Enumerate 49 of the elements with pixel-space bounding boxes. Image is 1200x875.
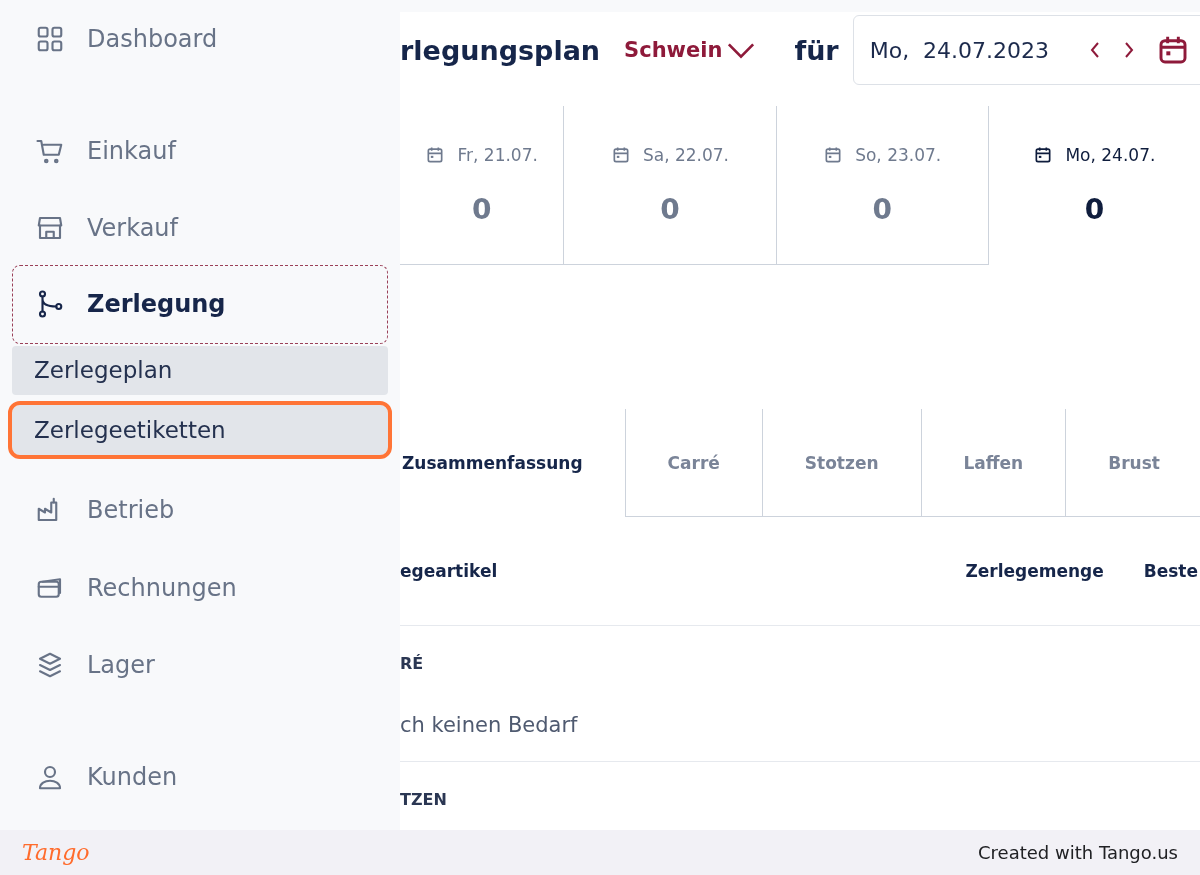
tab[interactable]: Stotzen (761, 409, 921, 517)
logo: Tango (22, 840, 90, 865)
nav-item[interactable]: Rechnungen (12, 562, 388, 613)
nav-item[interactable]: Lager (12, 640, 388, 691)
day-card[interactable]: So, 23.07. 0 (776, 106, 989, 265)
day-count: 0 (872, 192, 892, 226)
nav-label: Zerlegung (87, 290, 226, 319)
day-card[interactable]: Mo, 24.07. 0 (988, 106, 1200, 264)
day-label: Fr, 21.07. (457, 144, 538, 165)
group-title: TZEN (400, 790, 448, 809)
tab[interactable]: Carré (624, 409, 762, 517)
nav-label: Lager (87, 651, 155, 680)
animal-dropdown[interactable]: Schwein (624, 38, 757, 62)
tab[interactable]: Laffen (920, 409, 1066, 517)
day-count: 0 (1084, 192, 1105, 226)
date-field[interactable]: Mo, 24.07.2023 (852, 15, 1200, 85)
nav-item[interactable]: Dashboard (12, 14, 388, 64)
day-card[interactable]: Fr, 21.07. 0 (400, 106, 565, 265)
nav-item[interactable]: Verkauf (12, 203, 388, 254)
day-label: Sa, 22.07. (642, 144, 730, 165)
nav-label: Kunden (87, 763, 178, 792)
day-count: 0 (471, 192, 492, 226)
day-label: So, 23.07. (855, 144, 942, 165)
nav-item[interactable]: Zerlegung (12, 265, 388, 344)
day-label: Mo, 24.07. (1065, 144, 1156, 165)
chevron-right-icon[interactable] (1123, 40, 1136, 60)
credit-text: Created with Tango.us (978, 842, 1178, 863)
nav-item[interactable]: Betrieb (12, 484, 388, 535)
tab[interactable]: Brust (1065, 409, 1200, 517)
column-header: egeartikel (400, 561, 499, 581)
nav-item[interactable]: Kunden (12, 752, 388, 802)
column-header: Zerlegemenge (965, 561, 1104, 581)
nav-label: Einkauf (87, 136, 176, 165)
empty-note: ch keinen Bedarf (400, 713, 579, 737)
chevron-down-icon (726, 41, 757, 59)
tab[interactable]: Zusammenfassung (400, 409, 625, 517)
chevron-left-icon[interactable] (1089, 40, 1102, 60)
nav-label: Betrieb (87, 495, 175, 524)
nav-item[interactable]: Einkauf (12, 125, 388, 176)
nav-label: Dashboard (87, 24, 218, 53)
day-count: 0 (660, 192, 680, 226)
for-label: für (794, 34, 839, 66)
nav-label: Verkauf (87, 214, 179, 243)
subnav-item[interactable]: Zerlegeplan (12, 345, 388, 396)
page-title: rlegungsplan (400, 34, 601, 66)
day-card[interactable]: Sa, 22.07. 0 (564, 106, 777, 265)
column-header: Beste (1143, 561, 1198, 581)
nav-label: Rechnungen (87, 573, 237, 602)
group-title: RÉ (400, 654, 425, 673)
